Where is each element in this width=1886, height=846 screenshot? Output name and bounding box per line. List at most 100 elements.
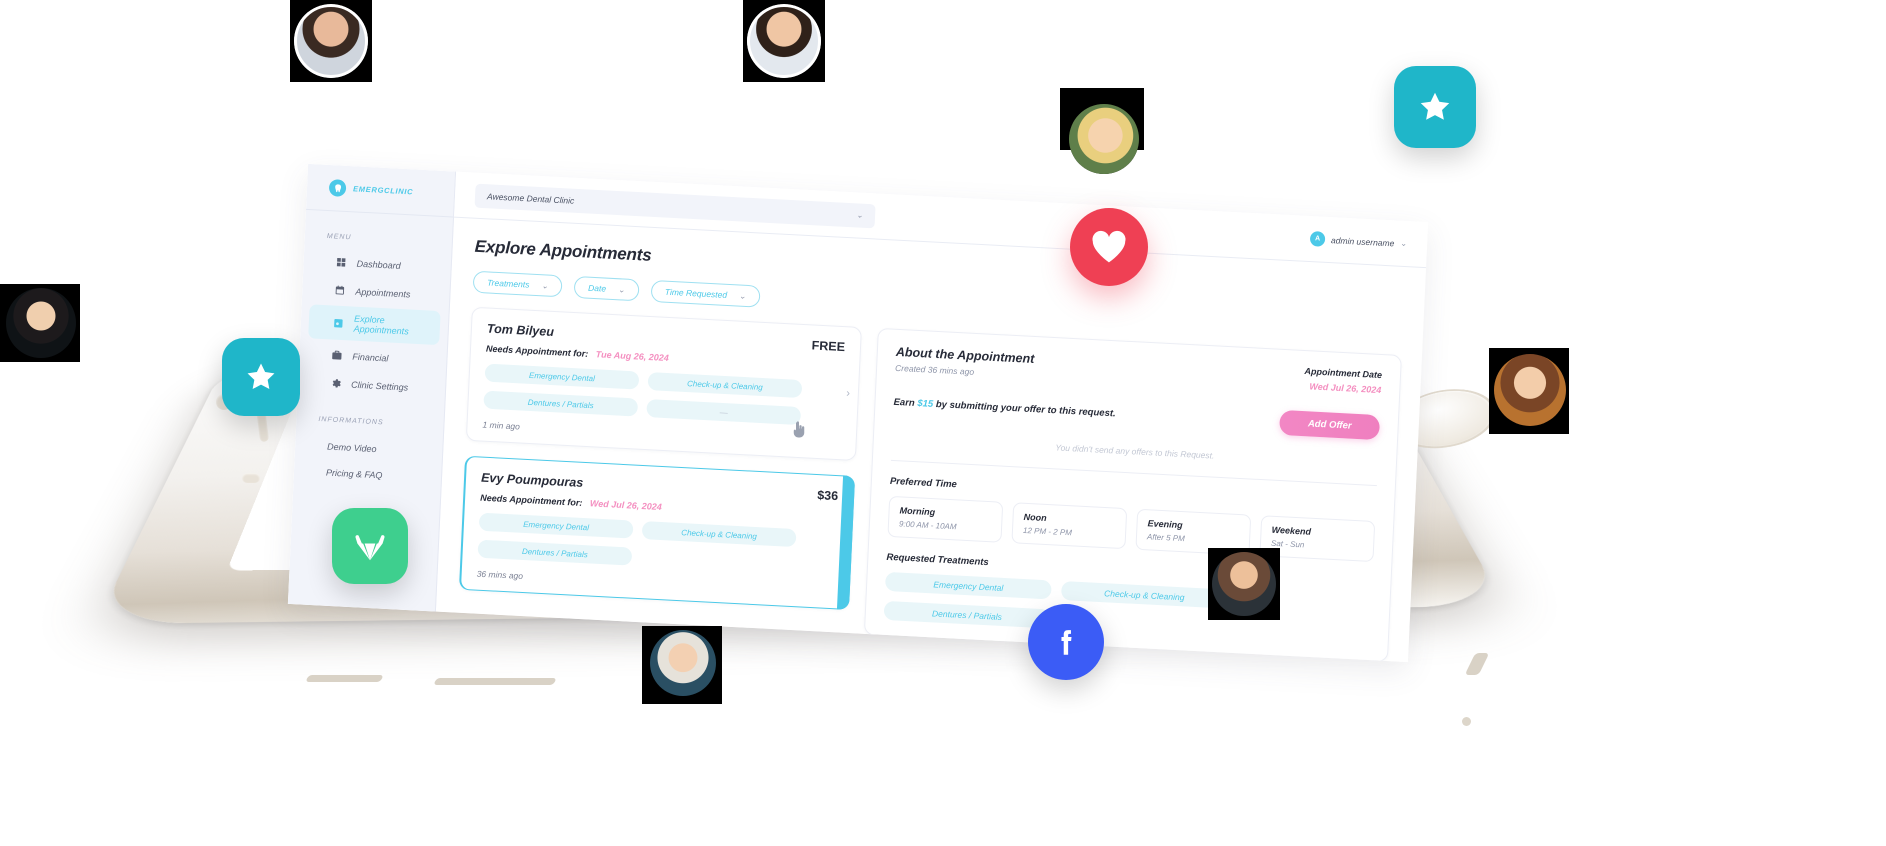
gear-icon [330,378,342,390]
detail-card: About the Appointment Created 36 mins ag… [863,327,1402,663]
gitlab-badge [332,508,408,584]
facebook-f-icon [1061,630,1072,655]
request-tags: Emergency Dental Check-up & Cleaning Den… [477,512,836,577]
requested-treatment-tag: Emergency Dental [884,571,1052,600]
detail-created: Created 36 mins ago [894,362,975,377]
filter-label: Treatments [486,277,530,290]
selected-indicator [836,475,856,610]
request-list: Tom Bilyeu FREE Needs Appointment for: T… [458,306,862,634]
earn-prefix: Earn [893,396,915,409]
sidebar-item-label: Clinic Settings [350,379,409,393]
phone-speaker-grille-2 [433,678,557,685]
clinic-select-value: Awesome Dental Clinic [486,190,575,206]
time-box-morning: Morning 9:00 AM - 10AM [887,495,1004,543]
treatment-tag: Dentures / Partials [483,390,639,417]
request-name: Evy Poumpouras [480,470,584,490]
sidebar-item-financial[interactable]: Financial [307,341,439,373]
earn-amount: $15 [917,398,934,410]
time-range: 12 PM - 2 PM [1022,525,1073,538]
time-box-noon: Noon 12 PM - 2 PM [1011,502,1128,550]
phone-port [1464,653,1490,675]
treatment-tag: Check-up & Cleaning [647,372,803,399]
tooth-logo-icon [328,179,347,197]
avatar-man-dark-hair [294,4,368,78]
needs-appointment-label: Needs Appointment for: [485,343,589,359]
needs-appointment-label: Needs Appointment for: [479,492,583,508]
treatment-tag: Dentures / Partials [477,539,633,566]
avatar-blonde-woman [1069,104,1139,174]
earn-suffix: by submitting your offer to this request… [935,399,1116,420]
treatment-tag-empty: — [646,399,802,426]
earn-message: Earn $15 by submitting your offer to thi… [893,397,1116,420]
time-range: 9:00 AM - 10AM [898,519,957,532]
sidebar-item-clinic-settings[interactable]: Clinic Settings [306,369,438,401]
time-name: Weekend [1271,524,1312,537]
chevron-down-icon: ⌄ [1400,238,1408,249]
avatar-man-smiling [747,4,821,78]
requested-treatment-tag: Check-up & Cleaning [1060,580,1228,609]
sidebar-item-explore-appointments[interactable]: Explore Appointments [308,304,441,346]
detail-title: About the Appointment [895,344,1035,367]
avatar-short-hair-woman [650,630,716,696]
gitlab-fox-icon [355,535,385,561]
sidebar-item-label: Explore Appointments [353,313,409,337]
appointment-date-label: Appointment Date [1304,366,1383,381]
chevron-down-icon: ⌄ [617,284,626,295]
briefcase-dollar-icon [331,350,343,362]
request-date: Tue Aug 26, 2024 [595,349,670,364]
brand-name: EMERGCLINIC [352,184,414,197]
time-range: Sat - Sun [1270,538,1305,550]
request-name: Tom Bilyeu [486,321,555,340]
sidebar-item-label: Appointments [355,286,411,299]
sidebar-item-label: Financial [352,351,389,364]
requested-treatment-tag: Dentures / Partials [883,600,1051,629]
facebook-badge [1028,604,1104,680]
request-price: $36 [816,488,839,504]
sidebar-item-appointments[interactable]: Appointments [310,276,442,308]
time-range: After 5 PM [1146,532,1186,544]
time-name: Morning [899,505,936,518]
avatar: A [1309,231,1326,247]
dashboard-grid-icon [335,257,347,269]
calendar-icon [334,285,346,297]
add-offer-button[interactable]: Add Offer [1279,409,1381,441]
phone-side-button [242,473,260,483]
request-price: FREE [811,338,846,355]
filter-label: Time Requested [664,286,728,300]
chevron-down-icon: ⌄ [856,210,864,220]
sidebar-item-label: Dashboard [356,258,401,271]
user-name: admin username [1330,234,1395,248]
treatment-tag: Emergency Dental [484,363,640,390]
avatar-asian-woman [6,288,76,358]
phone-sensor-dot [1462,717,1471,726]
request-card-evy-poumpouras[interactable]: Evy Poumpouras $36 Needs Appointment for… [458,455,859,610]
filter-date[interactable]: Date ⌄ [573,275,640,302]
request-tags: Emergency Dental Check-up & Cleaning Den… [483,363,843,428]
chevron-right-icon[interactable]: › [855,537,859,549]
appointment-date-value: Wed Jul 26, 2024 [1309,381,1382,396]
chevron-down-icon: ⌄ [541,280,549,291]
calendar-search-icon [333,317,345,329]
star-badge-2 [222,338,300,416]
heart-icon [1092,230,1126,263]
heart-badge [1070,208,1148,286]
appointment-detail: About the Appointment Created 36 mins ag… [863,327,1402,663]
user-menu[interactable]: A admin username ⌄ [1309,231,1408,251]
time-name: Evening [1147,518,1183,531]
filter-treatments[interactable]: Treatments ⌄ [472,270,563,298]
treatment-tag: Check-up & Cleaning [641,521,797,548]
time-name: Noon [1023,511,1047,524]
star-badge [1394,66,1476,148]
avatar-bearded-man [1212,552,1276,616]
request-date: Wed Jul 26, 2024 [589,498,663,513]
filter-label: Date [587,282,607,294]
hero-composition: EMERGCLINIC MENU Dashboard Appointments … [0,0,1886,846]
chevron-down-icon: ⌄ [738,291,747,301]
treatment-tag: Emergency Dental [478,512,634,539]
phone-speaker-grille [305,675,384,682]
chevron-right-icon[interactable]: › [846,387,850,399]
brand[interactable]: EMERGCLINIC [306,163,456,218]
star-icon [247,363,275,390]
filter-time-requested[interactable]: Time Requested ⌄ [650,279,761,308]
hand-pointer-cursor-icon [790,420,808,440]
